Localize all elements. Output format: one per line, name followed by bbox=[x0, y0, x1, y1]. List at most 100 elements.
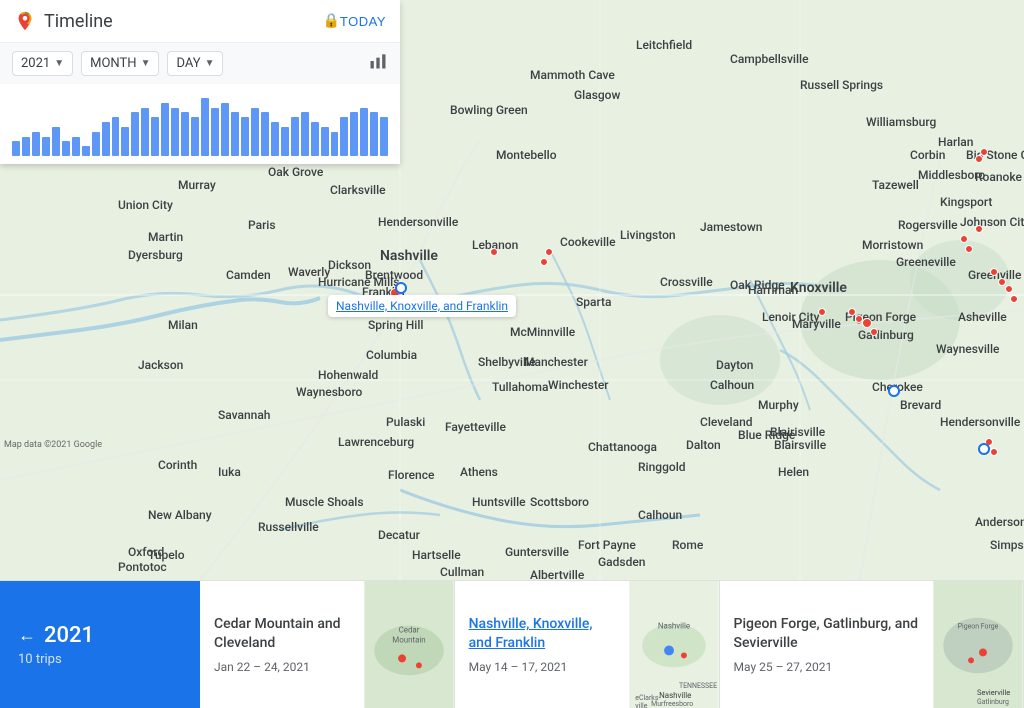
visited-location-dot bbox=[965, 245, 973, 253]
visited-location-dot bbox=[975, 155, 983, 163]
chart-toggle-button[interactable] bbox=[368, 51, 388, 76]
svg-text:Cedar: Cedar bbox=[398, 626, 419, 635]
chart-bar bbox=[291, 117, 299, 156]
chart-bar bbox=[340, 117, 348, 156]
lock-icon: 🔒 bbox=[322, 13, 339, 29]
bottom-bar: ← 2021 10 trips Cedar Mountain and Cleve… bbox=[0, 580, 1024, 708]
chart-bar bbox=[72, 137, 80, 156]
today-button[interactable]: TODAY bbox=[340, 14, 386, 29]
visited-location-dot bbox=[540, 258, 548, 266]
svg-text:Nashville: Nashville bbox=[657, 622, 689, 631]
chart-bar bbox=[191, 117, 199, 156]
bar-chart-icon bbox=[368, 51, 388, 71]
chart-bar bbox=[281, 127, 289, 156]
location-tooltip[interactable]: Nashville, Knoxville, and Franklin bbox=[328, 295, 516, 317]
chart-bar bbox=[42, 137, 50, 156]
chart-bar bbox=[211, 108, 219, 156]
chart-bar bbox=[380, 117, 388, 156]
svg-text:Murfreesboro: Murfreesboro bbox=[651, 700, 693, 708]
filter-bar: 2021 ▼ MONTH ▼ DAY ▼ bbox=[0, 43, 400, 84]
chart-bar bbox=[141, 108, 149, 156]
trip-date: May 25 – 27, 2021 bbox=[734, 660, 919, 674]
year-label: 2021 bbox=[44, 623, 94, 648]
chart-bar bbox=[82, 146, 90, 156]
trip-date: May 14 – 17, 2021 bbox=[469, 660, 615, 674]
trip-date: Jan 22 – 24, 2021 bbox=[214, 660, 350, 674]
trip-thumbnail: Nashville eClarks- ville Nashville Murfr… bbox=[629, 581, 719, 708]
chart-bar bbox=[121, 127, 129, 156]
location-marker bbox=[888, 385, 900, 397]
chart-bar bbox=[201, 98, 209, 156]
trip-name[interactable]: Nashville, Knoxville, and Franklin bbox=[469, 615, 615, 651]
trip-card[interactable]: Pigeon Forge, Gatlinburg, and Seviervill… bbox=[720, 581, 1024, 708]
chart-bar bbox=[22, 137, 30, 156]
visited-location-dot bbox=[1005, 285, 1013, 293]
day-value: DAY bbox=[176, 56, 200, 71]
chart-bar bbox=[271, 122, 279, 156]
trip-card[interactable]: Cedar Mountain and Cleveland Jan 22 – 24,… bbox=[200, 581, 455, 708]
visited-location-dot bbox=[545, 248, 553, 256]
visited-location-dot bbox=[1010, 295, 1018, 303]
chart-bar bbox=[181, 112, 189, 156]
chart-bar bbox=[360, 108, 368, 156]
trip-card[interactable]: Nashville, Knoxville, and Franklin May 14… bbox=[455, 581, 720, 708]
chart-bar bbox=[331, 132, 339, 156]
chart-bar bbox=[62, 141, 70, 156]
chart-bar bbox=[311, 122, 319, 156]
period-dropdown[interactable]: MONTH ▼ bbox=[81, 51, 159, 76]
chart-bar bbox=[231, 112, 239, 156]
chart-bar bbox=[131, 112, 139, 156]
svg-text:Gatlinburg: Gatlinburg bbox=[977, 698, 1009, 706]
visited-location-dot bbox=[980, 148, 988, 156]
chart-bar bbox=[151, 117, 159, 156]
trip-name: Pigeon Forge, Gatlinburg, and Seviervill… bbox=[734, 615, 919, 651]
visited-location-dot bbox=[490, 248, 498, 256]
visited-location-dot bbox=[975, 225, 983, 233]
timeline-title: Timeline bbox=[44, 11, 314, 32]
visited-location-dot bbox=[998, 278, 1006, 286]
chart-bar bbox=[161, 103, 169, 156]
timeline-panel: Timeline 🔒 TODAY 2021 ▼ MONTH ▼ DAY ▼ bbox=[0, 0, 400, 164]
visited-location-dot bbox=[960, 235, 968, 243]
back-button[interactable]: ← bbox=[18, 625, 36, 646]
visited-location-dot bbox=[848, 308, 856, 316]
year-value: 2021 bbox=[21, 56, 50, 71]
year-chevron-icon: ▼ bbox=[54, 58, 64, 69]
maps-pin-icon bbox=[14, 10, 36, 32]
period-chevron-icon: ▼ bbox=[141, 58, 151, 69]
map-attribution: Map data ©2021 Google bbox=[4, 440, 102, 450]
trip-cards: Cedar Mountain and Cleveland Jan 22 – 24,… bbox=[200, 581, 1024, 708]
chart-bar bbox=[350, 112, 358, 156]
svg-text:Mountain: Mountain bbox=[392, 636, 425, 645]
chart-bar bbox=[112, 117, 120, 156]
visited-location-dot bbox=[818, 308, 826, 316]
chart-bar bbox=[221, 103, 229, 156]
visited-location-dot bbox=[862, 318, 872, 328]
svg-text:Pigeon Forge: Pigeon Forge bbox=[958, 623, 999, 631]
chart-bar bbox=[171, 108, 179, 156]
svg-text:Sevierville: Sevierville bbox=[977, 688, 1010, 697]
chart-bar bbox=[301, 112, 309, 156]
year-dropdown[interactable]: 2021 ▼ bbox=[12, 51, 73, 76]
trip-name: Cedar Mountain and Cleveland bbox=[214, 615, 350, 651]
location-marker bbox=[395, 282, 407, 294]
day-dropdown[interactable]: DAY ▼ bbox=[167, 51, 223, 76]
chart-bar bbox=[241, 117, 249, 156]
chart-bar bbox=[251, 108, 259, 156]
day-chevron-icon: ▼ bbox=[205, 58, 215, 69]
chart-bar bbox=[12, 141, 20, 156]
trips-count: 10 trips bbox=[18, 652, 182, 667]
svg-text:ville: ville bbox=[635, 702, 647, 708]
chart-bar bbox=[52, 127, 60, 156]
chart-bar bbox=[32, 132, 40, 156]
visited-location-dot bbox=[855, 315, 863, 323]
chart-bar bbox=[261, 112, 269, 156]
visited-location-dot bbox=[990, 268, 998, 276]
svg-text:TENNESSEE: TENNESSEE bbox=[679, 682, 717, 690]
visited-location-dot bbox=[870, 328, 878, 336]
visited-location-dot bbox=[990, 448, 998, 456]
period-value: MONTH bbox=[90, 56, 136, 71]
chart-bar bbox=[321, 127, 329, 156]
location-marker bbox=[978, 443, 990, 455]
chart-bar bbox=[370, 112, 378, 156]
